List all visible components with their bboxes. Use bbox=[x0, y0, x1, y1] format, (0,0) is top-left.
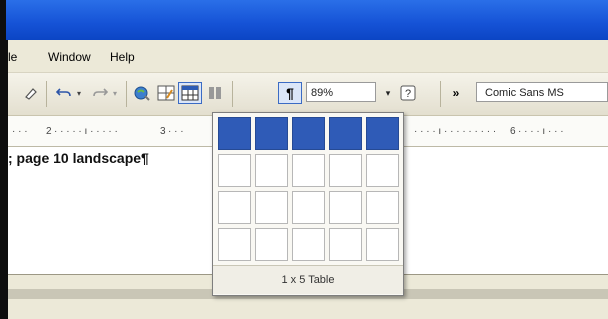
ruler-ticks: · · · · ı · · · · · · · · · bbox=[414, 126, 497, 137]
table-grid-cell[interactable] bbox=[329, 191, 362, 224]
toolbar-separator bbox=[440, 81, 441, 107]
toolbar-separator bbox=[232, 81, 233, 107]
ruler-mark: 3 bbox=[160, 126, 166, 137]
font-select[interactable]: Comic Sans MS bbox=[476, 82, 608, 102]
table-grid-cell[interactable] bbox=[366, 191, 399, 224]
table-grid-cell[interactable] bbox=[329, 154, 362, 187]
table-grid-cell[interactable] bbox=[366, 117, 399, 150]
toolbar: ▾ ▾ ¶ 89% ▾ ? » Comic Sans MS bbox=[8, 73, 608, 116]
table-grid-cell[interactable] bbox=[218, 117, 251, 150]
redo-dropdown-icon[interactable]: ▾ bbox=[110, 83, 120, 103]
svg-text:?: ? bbox=[405, 88, 411, 100]
zoom-select[interactable]: 89% bbox=[306, 82, 376, 102]
undo-dropdown-icon[interactable]: ▾ bbox=[74, 83, 84, 103]
document-text: ; page 10 landscape¶ bbox=[8, 150, 149, 166]
table-grid-cell[interactable] bbox=[292, 228, 325, 261]
table-grid-cell[interactable] bbox=[255, 117, 288, 150]
table-grid-cell[interactable] bbox=[255, 154, 288, 187]
table-grid-cell[interactable] bbox=[292, 191, 325, 224]
ruler-ticks: · · · bbox=[12, 126, 28, 137]
ruler-ticks: · · · · · ı · · · · · bbox=[54, 126, 118, 137]
ruler-mark: 2 bbox=[46, 126, 52, 137]
columns-icon[interactable] bbox=[206, 83, 224, 103]
toolbar-separator bbox=[126, 81, 127, 107]
zoom-dropdown-icon[interactable]: ▾ bbox=[382, 83, 394, 103]
menu-help[interactable]: Help bbox=[110, 50, 135, 64]
insert-table-picker[interactable]: 1 x 5 Table bbox=[212, 112, 404, 296]
table-grid-cell[interactable] bbox=[255, 191, 288, 224]
help-icon[interactable]: ? bbox=[398, 83, 418, 103]
toolbar-options-icon[interactable]: » bbox=[448, 83, 464, 103]
table-grid-cell[interactable] bbox=[292, 154, 325, 187]
tables-borders-icon[interactable] bbox=[156, 83, 176, 103]
title-bar bbox=[6, 0, 608, 40]
ruler-mark: 6 bbox=[510, 126, 516, 137]
table-size-caption: 1 x 5 Table bbox=[213, 265, 403, 294]
table-grid-cell[interactable] bbox=[329, 228, 362, 261]
table-grid-cell[interactable] bbox=[329, 117, 362, 150]
table-grid-cell[interactable] bbox=[255, 228, 288, 261]
redo-icon[interactable] bbox=[90, 83, 110, 103]
undo-icon[interactable] bbox=[54, 83, 74, 103]
show-hide-icon[interactable]: ¶ bbox=[278, 82, 302, 104]
toolbar-separator bbox=[46, 81, 47, 107]
table-grid-cell[interactable] bbox=[218, 154, 251, 187]
ruler-ticks: · · · bbox=[168, 126, 184, 137]
ruler-ticks: · · · · ı · · · bbox=[518, 126, 564, 137]
table-grid-cell[interactable] bbox=[366, 154, 399, 187]
menu-file-partial[interactable]: le bbox=[8, 50, 17, 64]
table-grid-cell[interactable] bbox=[218, 228, 251, 261]
hyperlink-icon[interactable] bbox=[132, 83, 152, 103]
table-grid-cell[interactable] bbox=[218, 191, 251, 224]
table-grid-cell[interactable] bbox=[366, 228, 399, 261]
format-painter-icon[interactable] bbox=[22, 83, 40, 103]
table-grid-cell[interactable] bbox=[292, 117, 325, 150]
menu-window[interactable]: Window bbox=[48, 50, 91, 64]
menu-bar: le Window Help bbox=[8, 40, 608, 73]
insert-table-icon[interactable] bbox=[178, 82, 202, 104]
